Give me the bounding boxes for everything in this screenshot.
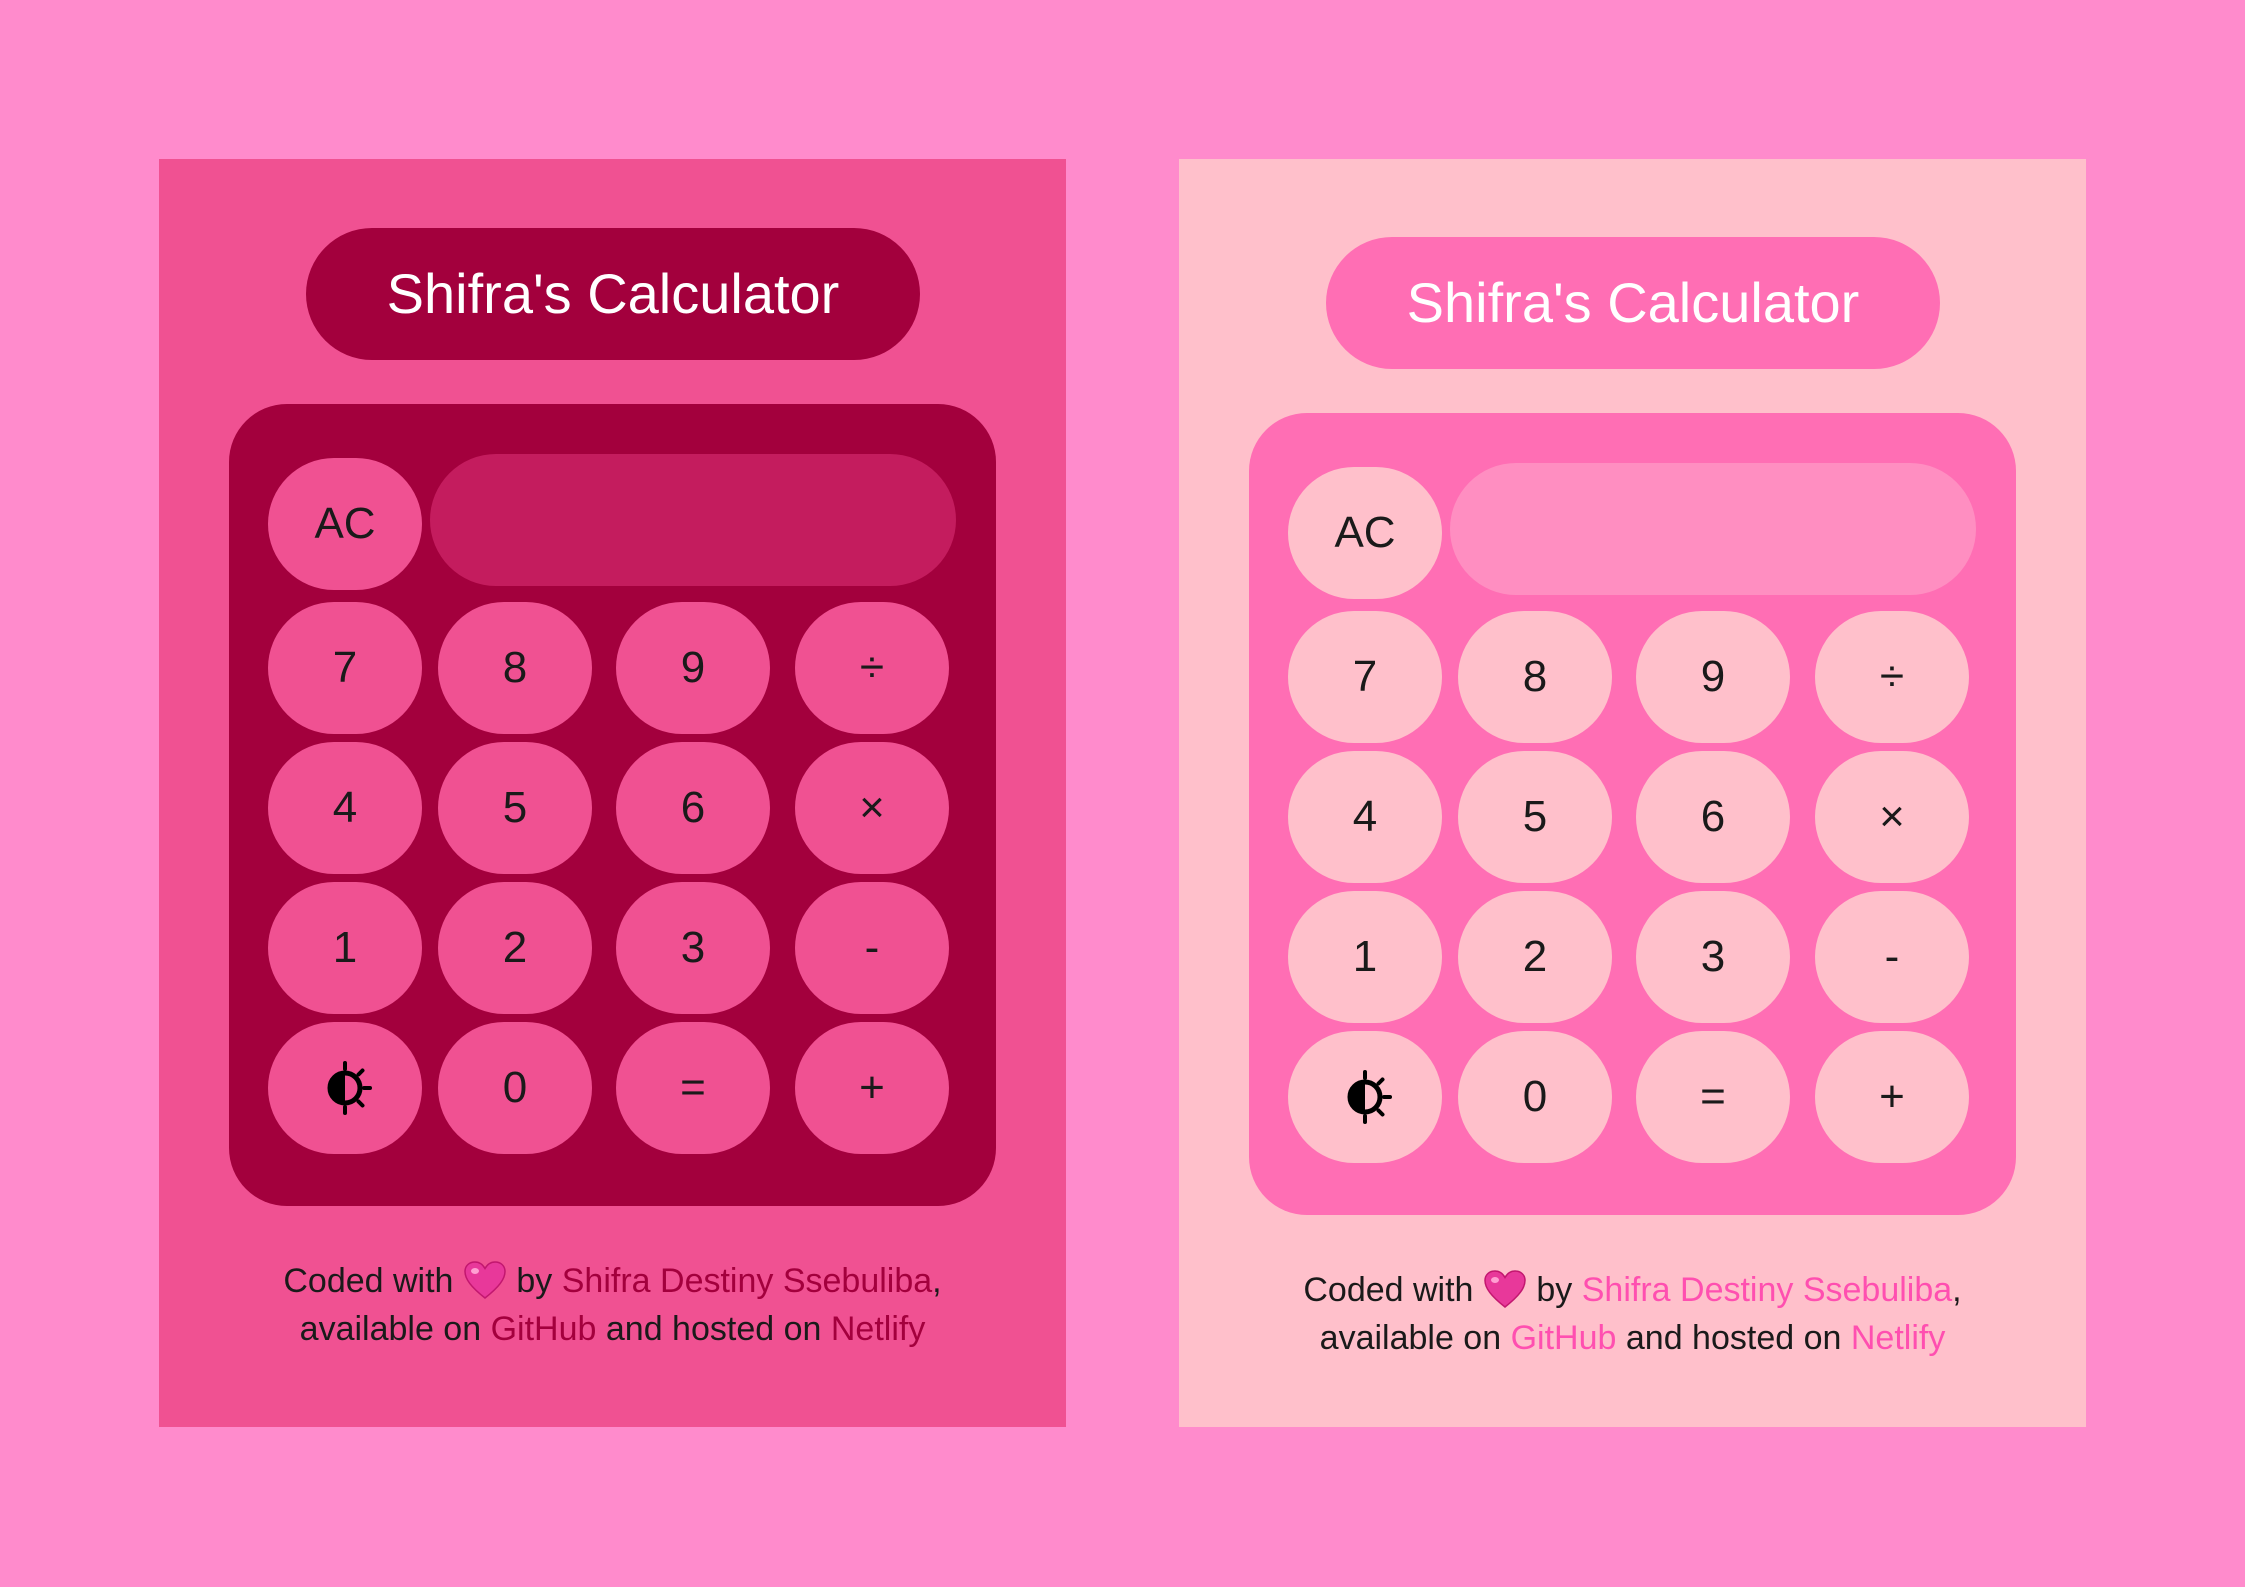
four-button[interactable]: 4 [268,742,422,874]
theme-toggle-button[interactable] [268,1022,422,1154]
theme-toggle-button[interactable] [1288,1031,1442,1163]
calculator-title: Shifra's Calculator [306,228,920,360]
calculator-display [1450,463,1976,595]
five-button[interactable]: 5 [1458,751,1612,883]
footer-hosted-on: and hosted on [605,1310,822,1348]
one-button[interactable]: 1 [268,882,422,1014]
calculator-body: AC 7 8 9 ÷ 4 5 6 × 1 2 3 - 0 = + [1249,413,2016,1215]
multiply-button[interactable]: × [1815,751,1969,883]
six-button[interactable]: 6 [1636,751,1790,883]
six-button[interactable]: 6 [616,742,770,874]
four-button[interactable]: 4 [1288,751,1442,883]
add-button[interactable]: + [1815,1031,1969,1163]
add-button[interactable]: + [795,1022,949,1154]
footer-available-on: available on [299,1310,482,1348]
calculator-body: AC 7 8 9 ÷ 4 5 6 × 1 2 3 - 0 = + [229,404,996,1206]
nine-button[interactable]: 9 [1636,611,1790,743]
theme-toggle-icon [1347,1070,1392,1124]
three-button[interactable]: 3 [616,882,770,1014]
one-button[interactable]: 1 [1288,891,1442,1023]
seven-button[interactable]: 7 [268,602,422,734]
multiply-button[interactable]: × [795,742,949,874]
nine-button[interactable]: 9 [616,602,770,734]
divide-button[interactable]: ÷ [1815,611,1969,743]
author-link[interactable]: Shifra Destiny Ssebuliba [562,1262,932,1300]
calculator-display [430,454,956,586]
seven-button[interactable]: 7 [1288,611,1442,743]
equals-button[interactable]: = [1636,1031,1790,1163]
footer-by: by [516,1262,553,1300]
eight-button[interactable]: 8 [438,602,592,734]
theme-toggle-icon [327,1061,372,1115]
five-button[interactable]: 5 [438,742,592,874]
subtract-button[interactable]: - [795,882,949,1014]
zero-button[interactable]: 0 [1458,1031,1612,1163]
two-button[interactable]: 2 [1458,891,1612,1023]
netlify-link[interactable]: Netlify [1851,1319,1945,1357]
footer-hosted-on: and hosted on [1625,1319,1842,1357]
footer-coded-with: Coded with [283,1262,454,1300]
author-link[interactable]: Shifra Destiny Ssebuliba [1582,1271,1952,1309]
footer-by: by [1536,1271,1573,1309]
footer-coded-with: Coded with [1303,1271,1474,1309]
footer-comma: , [932,1262,942,1300]
two-button[interactable]: 2 [438,882,592,1014]
calculator-panel-dark: Shifra's Calculator AC 7 8 9 ÷ 4 5 6 × 1… [159,159,1066,1427]
heart-icon [1484,1270,1526,1308]
github-link[interactable]: GitHub [1511,1319,1617,1357]
footer-available-on: available on [1319,1319,1502,1357]
heart-icon [464,1261,506,1299]
clear-button[interactable]: AC [1288,467,1442,599]
equals-button[interactable]: = [616,1022,770,1154]
footer-credits: Coded with by Shifra Destiny Ssebuliba, … [1179,1266,2086,1362]
clear-button[interactable]: AC [268,458,422,590]
footer-credits: Coded with by Shifra Destiny Ssebuliba, … [159,1257,1066,1353]
calculator-panel-light: Shifra's Calculator AC 7 8 9 ÷ 4 5 6 × 1… [1179,159,2086,1427]
calculator-title: Shifra's Calculator [1326,237,1940,369]
netlify-link[interactable]: Netlify [831,1310,925,1348]
three-button[interactable]: 3 [1636,891,1790,1023]
footer-comma: , [1952,1271,1962,1309]
zero-button[interactable]: 0 [438,1022,592,1154]
subtract-button[interactable]: - [1815,891,1969,1023]
eight-button[interactable]: 8 [1458,611,1612,743]
divide-button[interactable]: ÷ [795,602,949,734]
github-link[interactable]: GitHub [491,1310,597,1348]
